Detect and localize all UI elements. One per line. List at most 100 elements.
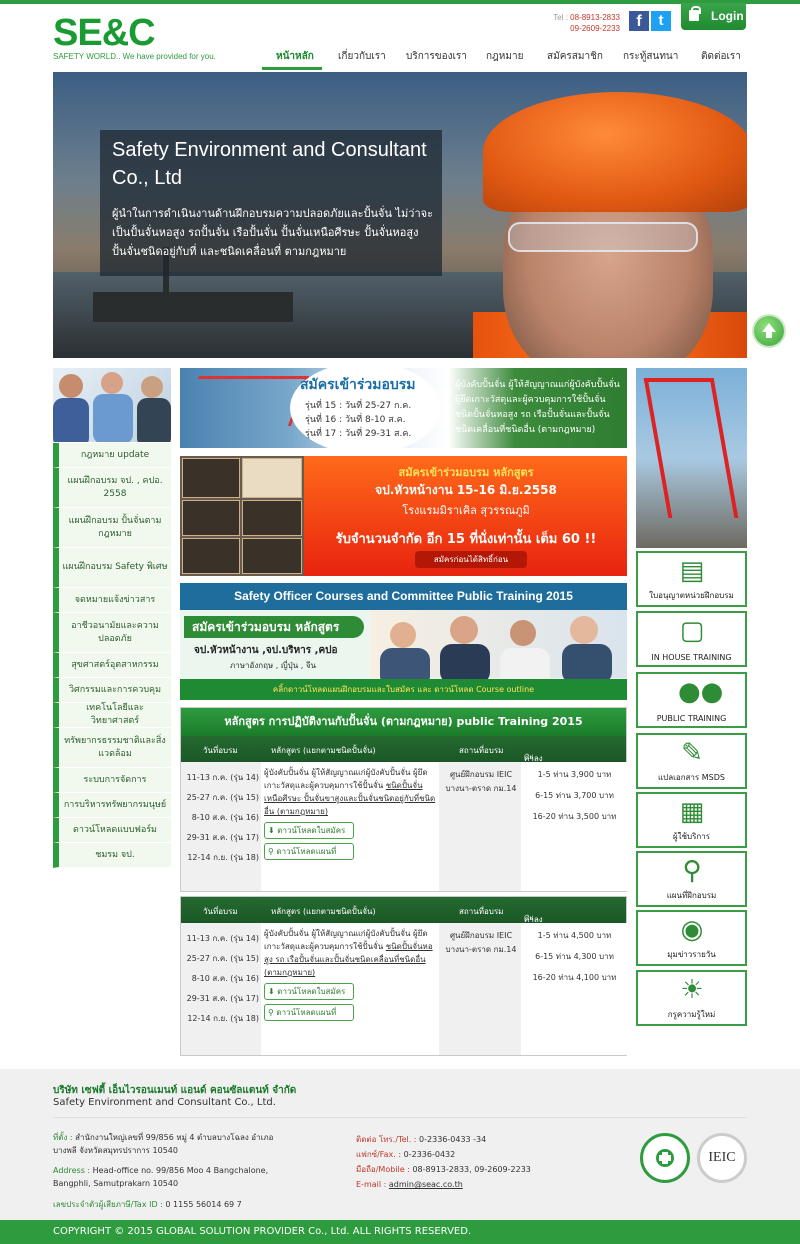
date-cell: 11-13 ก.ค. (รุ่น 14) — [186, 934, 259, 943]
tel-value: 0-2336-0433 -34 — [419, 1135, 487, 1144]
date-cell: 25-27 ก.ค. (รุ่น 15) — [186, 793, 259, 802]
download-map-button[interactable]: ⚲ ดาวน์โหลดแผนที่ — [264, 843, 354, 860]
sidebar-item[interactable]: แผนฝึกอบรม จป. , คปอ. 2558 — [53, 468, 171, 508]
facebook-icon[interactable]: f — [629, 11, 649, 31]
twitter-icon[interactable]: t — [651, 11, 671, 31]
hero-caption: Safety Environment and Consultant Co., L… — [100, 130, 442, 276]
right-menu-license[interactable]: ▤ ใบอนุญาตหน่วยฝึกอบรม — [636, 551, 747, 607]
round-17: รุ่นที่ 17 : วันที่ 29-31 ส.ค. — [305, 429, 412, 439]
hero-worker-helmet — [483, 92, 747, 212]
office-people-photo — [53, 368, 171, 442]
banner-tag: สมัครเข้าร่วมอบรม หลักสูตร — [184, 616, 364, 638]
right-menu-label: แปลเอกสาร MSDS — [658, 773, 725, 782]
register-now-button[interactable]: สมัครก่อนได้สิทธิ์ก่อน — [415, 551, 527, 568]
address-en-label: Address : — [53, 1166, 91, 1175]
sidebar-item[interactable]: วิศกรรมและการควบคุม — [53, 678, 171, 703]
right-menu-label: มุมข่าวรายวัน — [667, 950, 716, 959]
address-th-label: ที่ตั้ง : — [53, 1133, 73, 1142]
nav-forum[interactable]: กระทู้สนทนา — [623, 50, 678, 64]
business-people-photo — [370, 610, 627, 688]
safety-officer-banner[interactable]: Safety Officer Courses and Committee Pub… — [180, 583, 627, 700]
sidebar-item[interactable]: แผนฝึกอบรม ปั้นจั่นตามกฎหมาย — [53, 508, 171, 548]
tax-id: เลขประจำตัวผู้เสียภาษี/Tax ID : 0 1155 5… — [53, 1198, 242, 1211]
right-menu-map[interactable]: ⚲ แผนที่ฝึกอบรม — [636, 851, 747, 907]
sidebar-item[interactable]: จดหมายแจ้งข่าวสาร — [53, 588, 171, 613]
right-menu-label: กรูความรู้ใหม่ — [667, 1010, 716, 1019]
lightbulb-icon: ☀ — [680, 975, 704, 1005]
price-tier: 16-20 ท่าน 4,100 บาท — [532, 973, 617, 982]
crane-course-table-2: วันที่อบรม หลักสูตร (แยกตามชนิดปั้นจั่น)… — [180, 896, 628, 1056]
map-pin-icon: ⚲ — [682, 856, 702, 886]
download-application-label: ดาวน์โหลดใบสมัคร — [277, 826, 346, 835]
nav-services[interactable]: บริการของเรา — [406, 50, 467, 64]
right-menu-news[interactable]: ◉ มุมข่าวรายวัน — [636, 910, 747, 966]
scroll-top-button[interactable] — [754, 316, 784, 346]
right-menu-inhouse[interactable]: ▢ IN HOUSE TRAINING — [636, 611, 747, 667]
right-menu-knowledge[interactable]: ☀ กรูความรู้ใหม่ — [636, 970, 747, 1026]
fax: แฟกซ์/Fax. : 0-2336-0432 — [356, 1148, 455, 1161]
sidebar-item[interactable]: ชมรม จป. — [53, 843, 171, 868]
nav-register[interactable]: สมัครสมาชิก — [547, 50, 603, 64]
nav-law[interactable]: กฎหมาย — [486, 50, 523, 64]
course-cell: ผู้บังคับปั้นจั่น ผู้ให้สัญญาณแก่ผู้บังค… — [261, 923, 439, 1055]
nav-home[interactable]: หน้าหลัก — [276, 50, 314, 64]
presentation-icon: ▢ — [679, 616, 705, 646]
sidebar-item[interactable]: ระบบการจัดการ — [53, 768, 171, 793]
date-column: 11-13 ก.ค. (รุ่น 14) 25-27 ก.ค. (รุ่น 15… — [181, 762, 259, 868]
email-label: E-mail : — [356, 1180, 387, 1189]
board-icon: ▦ — [679, 797, 705, 827]
date-cell: 29-31 ส.ค. (รุ่น 17) — [186, 994, 259, 1003]
table-body: 11-13 ก.ค. (รุ่น 14) 25-27 ก.ค. (รุ่น 15… — [181, 762, 628, 891]
crane-photo — [636, 368, 747, 548]
download-outline-link[interactable]: คลิ้กดาวน์โหลดแผนฝึกอบรมและใบสมัคร และ ด… — [180, 679, 627, 700]
address-en: Address : Head-office no. 99/856 Moo 4 B… — [53, 1164, 293, 1190]
logo-tagline: SAFETY WORLD.. We have provided for you. — [53, 52, 216, 61]
sidebar-item[interactable]: แผนฝึกอบรม Safety พิเศษ — [53, 548, 171, 588]
col-date: วันที่อบรม — [203, 907, 238, 916]
right-menu-label: PUBLIC TRAINING — [656, 714, 727, 723]
sidebar-item[interactable]: เทคโนโลยีและวิทยาศาสตร์ — [53, 703, 171, 728]
certificate-icon: ▤ — [679, 556, 705, 586]
price-tier: 1-5 ท่าน 3,900 บาท — [537, 770, 612, 779]
col-place: สถานที่อบรม — [459, 907, 504, 916]
hero-oil-rig — [93, 292, 293, 322]
table-body: 11-13 ก.ค. (รุ่น 14) 25-27 ก.ค. (รุ่น 15… — [181, 923, 628, 1055]
banner-title: สมัครเข้าร่วมอบรม — [300, 377, 416, 393]
nav-contact[interactable]: ติดต่อเรา — [701, 50, 741, 64]
footer-divider — [53, 1117, 747, 1118]
download-map-button[interactable]: ⚲ ดาวน์โหลดแผนที่ — [264, 1004, 354, 1021]
crane-training-banner[interactable]: สมัครเข้าร่วมอบรม รุ่นที่ 15 : วันที่ 25… — [180, 368, 627, 448]
supervisor-course-banner[interactable]: สมัครเข้าร่วมอบรม หลักสูตร จป.หัวหน้างาน… — [180, 456, 627, 576]
email-link[interactable]: admin@seac.co.th — [389, 1180, 463, 1189]
place-cell: ศูนย์ฝึกอบรม IEIC บางนา-ตราด กม.14 — [445, 931, 517, 954]
site-logo[interactable]: SE&C SAFETY WORLD.. We have provided for… — [53, 14, 216, 61]
price-tier: 6-15 ท่าน 4,300 บาท — [535, 952, 614, 961]
tel-number-2: 09-2609-2233 — [570, 24, 620, 33]
banner-heading: Safety Officer Courses and Committee Pub… — [180, 583, 627, 610]
login-button[interactable]: Login — [681, 3, 746, 30]
course-list: จป.หัวหน้างาน ,จป.บริหาร ,คปอ — [194, 645, 338, 656]
place-cell: ศูนย์ฝึกอบรม IEIC บางนา-ตราด กม.14 — [445, 770, 517, 793]
sidebar-item[interactable]: การบริหารทรัพยากรมนุษย์ — [53, 793, 171, 818]
download-application-button[interactable]: ⬇ ดาวน์โหลดใบสมัคร — [264, 822, 354, 839]
lock-icon — [689, 6, 701, 21]
price-cell: 1-5 ท่าน 3,900 บาท 6-15 ท่าน 3,700 บาท 1… — [521, 762, 628, 891]
sidebar-item[interactable]: กฎหมาย update — [53, 443, 171, 468]
sidebar-item[interactable]: ทรัพยากรธรรมชาติและสิ่งแวดล้อม — [53, 728, 171, 768]
sidebar-item[interactable]: อาชีวอนามัยและความปลอดภัย — [53, 613, 171, 653]
download-application-button[interactable]: ⬇ ดาวน์โหลดใบสมัคร — [264, 983, 354, 1000]
logo-mark: SE&C — [53, 12, 156, 54]
header-phone: Tel : 08-8913-2833 09-2609-2233 — [540, 12, 620, 34]
sidebar-item[interactable]: สุขศาสตร์อุตสาหกรรม — [53, 653, 171, 678]
right-menu-label: ผู้ใช้บริการ — [672, 832, 711, 841]
left-sidebar: กฎหมาย update แผนฝึกอบรม จป. , คปอ. 2558… — [53, 443, 171, 868]
hero-worker-glasses — [508, 222, 698, 252]
date-cell: 11-13 ก.ค. (รุ่น 14) — [186, 773, 259, 782]
hero-title: Safety Environment and Consultant Co., L… — [112, 139, 427, 189]
copyright-bar: COPYRIGHT © 2015 GLOBAL SOLUTION PROVIDE… — [0, 1220, 800, 1244]
right-menu-clients[interactable]: ▦ ผู้ใช้บริการ — [636, 792, 747, 848]
nav-about[interactable]: เกี่ยวกับเรา — [338, 50, 386, 64]
right-menu-public[interactable]: ●● PUBLIC TRAINING — [636, 672, 747, 728]
right-menu-msds[interactable]: ✎ แปลเอกสาร MSDS — [636, 733, 747, 789]
sidebar-item[interactable]: ดาวน์โหลดแบบฟอร์ม — [53, 818, 171, 843]
